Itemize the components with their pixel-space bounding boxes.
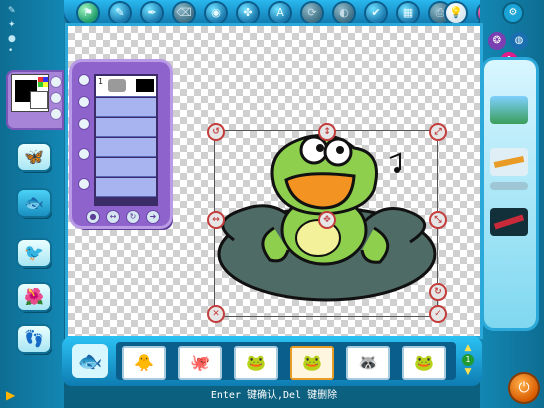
sticker-tray: 🐟 🐥 🐙 🐸 🐸 🦝 🐸 ▲ 1 ▼ (62, 336, 482, 386)
landscape-background-button[interactable] (490, 96, 528, 124)
resize-handle-top-right[interactable]: ⤢ (429, 123, 447, 141)
selection-box[interactable]: ↺ ↕ ⤢ ↔ ✥ ⤡ ✕ ↻ ✓ (207, 123, 447, 323)
pencil-mini-icon[interactable]: ✎ (8, 6, 22, 16)
left-tool-column: ✎ ✦ ● • 🦋 🐟 🐦 🌺 👣 ▶ (0, 0, 64, 408)
rotate-handle-bottom-right[interactable]: ↻ (429, 283, 447, 301)
color-swatch-box[interactable] (11, 74, 49, 112)
transform-button[interactable]: ⟳ (302, 3, 322, 23)
page-number: 1 (462, 354, 474, 366)
resize-handle-left[interactable]: ↔ (207, 211, 225, 229)
palette-control-top[interactable] (50, 76, 62, 88)
mask-button[interactable]: ◐ (334, 3, 354, 23)
power-icon[interactable]: ⏻ (510, 374, 538, 402)
bulb-icon[interactable]: 💡 (446, 3, 466, 23)
background-color[interactable] (30, 91, 48, 109)
top-toolbar: ⚑ ✎ ✒ ⌫ ◉ ✤ A ⟳ ◐ ✔ ▦ ⎙ (64, 0, 484, 28)
pencil-icon (493, 155, 525, 169)
brush-button[interactable]: ✎ (110, 3, 130, 23)
sticker-raccoon[interactable]: 🦝 (346, 346, 390, 380)
tray-pager: ▲ 1 ▼ (460, 344, 476, 378)
fish-category-button[interactable]: 🐟 (72, 344, 108, 378)
star-mini-icon[interactable]: ✦ (8, 20, 22, 30)
sticker-frog-water[interactable]: 🐸 (402, 346, 446, 380)
resize-handle-top[interactable]: ↕ (318, 123, 336, 141)
layer-mask-thumbnail (136, 79, 154, 92)
dot-mini-icon[interactable]: ● (8, 34, 22, 44)
bird-stamp-button[interactable]: 🐦 (18, 240, 50, 266)
footprint-stamp-button[interactable]: 👣 (18, 326, 50, 352)
layer-flip-icon[interactable]: ↔ (106, 210, 120, 224)
layer-row[interactable] (96, 98, 156, 117)
layer-thumbnail (108, 79, 126, 92)
marker-tool-button[interactable] (490, 208, 528, 236)
layer-row[interactable] (96, 178, 156, 197)
page-up-icon[interactable]: ▲ (460, 344, 476, 353)
layer-merge-button[interactable] (78, 148, 90, 160)
layer-rotate-icon[interactable]: ↻ (126, 210, 140, 224)
color-palette-panel (6, 70, 64, 130)
expand-arrow-icon[interactable]: ▶ (6, 388, 20, 402)
marker-icon (493, 214, 525, 230)
flower-stamp-button[interactable]: 🌺 (18, 284, 50, 310)
layer-row[interactable] (96, 158, 156, 177)
layer-row-active[interactable]: 1 (96, 76, 156, 97)
sticker-octopus[interactable]: 🐙 (178, 346, 222, 380)
layer-up-button[interactable] (78, 96, 90, 108)
film-button[interactable]: ▦ (398, 3, 418, 23)
divider-bar (490, 182, 528, 190)
layer-number: 1 (98, 77, 104, 86)
check-button[interactable]: ✔ (366, 3, 386, 23)
layer-add-button[interactable] (78, 74, 90, 86)
stamp-button[interactable]: ✤ (238, 3, 258, 23)
palette-control-middle[interactable] (50, 92, 62, 104)
palette-control-bottom[interactable] (50, 108, 62, 120)
layers-list: 1 (94, 74, 158, 206)
layer-row[interactable] (96, 138, 156, 157)
layer-down-button[interactable] (78, 118, 90, 130)
sticker-bird[interactable]: 🐥 (122, 346, 166, 380)
delete-icon[interactable]: ✕ (207, 305, 225, 323)
sticker-frog-small[interactable]: 🐸 (234, 346, 278, 380)
sticker-strip: 🐥 🐙 🐸 🐸 🦝 🐸 (116, 342, 456, 380)
swirl-button[interactable]: ❂ (488, 32, 506, 50)
status-text: Enter 键确认,Del 键删除 (210, 390, 338, 401)
sticker-frog-pad[interactable]: 🐸 (290, 346, 334, 380)
pencils-tool-button[interactable] (490, 148, 528, 176)
small-dot-mini-icon[interactable]: • (8, 46, 22, 56)
fill-button[interactable]: ◉ (206, 3, 226, 23)
confirm-icon[interactable]: ✓ (429, 305, 447, 323)
move-handle-center[interactable]: ✥ (318, 211, 336, 229)
layers-panel: 1 ● ↔ ↻ ➜ (72, 62, 170, 226)
layer-delete-button[interactable] (78, 178, 90, 190)
circle-tool-button[interactable]: ◍ (510, 32, 528, 50)
green-flag-button[interactable]: ⚑ (78, 3, 98, 23)
page-down-icon[interactable]: ▼ (460, 368, 476, 377)
resize-handle-right[interactable]: ⤡ (429, 211, 447, 229)
gear-icon[interactable]: ⚙ (504, 4, 522, 22)
pen-button[interactable]: ✒ (142, 3, 162, 23)
text-button[interactable]: A (270, 3, 290, 23)
rotate-handle-top-left[interactable]: ↺ (207, 123, 225, 141)
fish-stamp-button[interactable]: 🐟 (18, 190, 50, 216)
layer-row[interactable] (96, 118, 156, 137)
eraser-button[interactable]: ⌫ (174, 3, 194, 23)
right-tool-panel (484, 60, 536, 328)
layer-visibility-icon[interactable]: ● (86, 210, 100, 224)
swatch-yellow[interactable] (43, 82, 48, 87)
butterfly-stamp-button[interactable]: 🦋 (18, 144, 50, 170)
layer-next-icon[interactable]: ➜ (146, 210, 160, 224)
